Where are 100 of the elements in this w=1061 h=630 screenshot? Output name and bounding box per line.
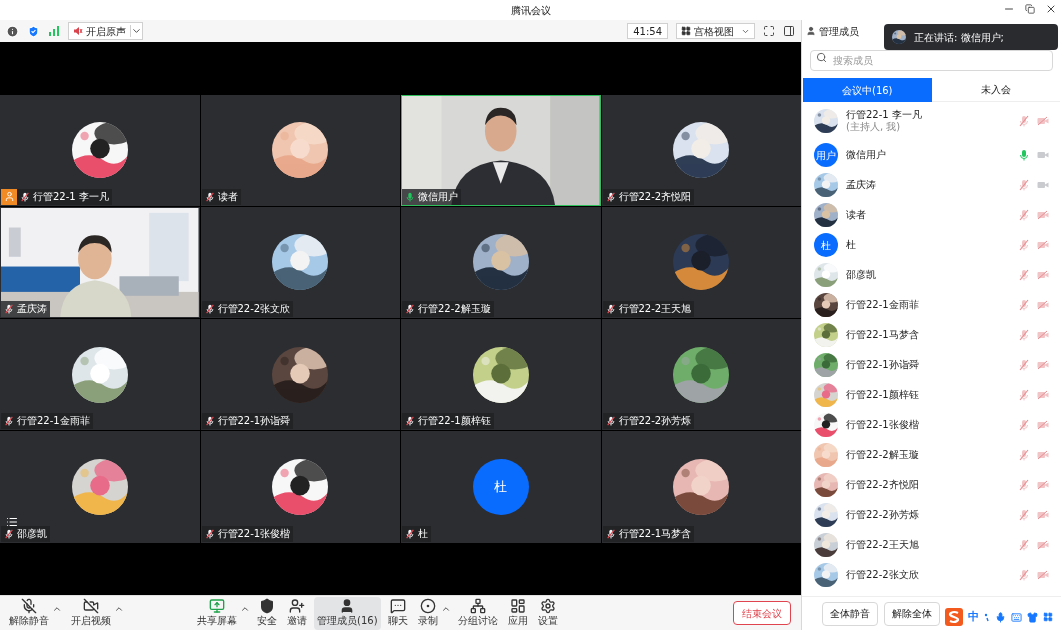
toolbar-button[interactable]: 共享屏幕	[194, 596, 240, 630]
camera-off-icon[interactable]	[1037, 330, 1049, 340]
search-field[interactable]: 搜索成员	[810, 50, 1053, 71]
member-row[interactable]: 用户 微信用户	[802, 140, 1061, 170]
tab[interactable]: 会议中(16)	[803, 78, 932, 102]
video-tile[interactable]: 行管22-2解玉璇	[401, 206, 601, 318]
camera-off-icon[interactable]	[1037, 300, 1049, 310]
toolbar-button[interactable]: 聊天	[384, 596, 411, 630]
member-row[interactable]: 行管22-2齐悦阳	[802, 470, 1061, 500]
camera-off-icon[interactable]	[1037, 420, 1049, 430]
camera-off-icon[interactable]	[1037, 570, 1049, 580]
camera-off-icon[interactable]	[1037, 450, 1049, 460]
member-row[interactable]: 行管22-2孙芳烁	[802, 500, 1061, 530]
camera-off-icon[interactable]	[1037, 360, 1049, 370]
camera-off-icon[interactable]	[1037, 270, 1049, 280]
video-tile[interactable]: 行管22-1颜梓钰	[401, 319, 601, 431]
sidebar-icon[interactable]	[783, 25, 795, 37]
member-row[interactable]: 邵彦凯	[802, 260, 1061, 290]
camera-off-icon[interactable]	[1037, 480, 1049, 490]
meeting-timer: 41:54	[627, 23, 668, 39]
video-tile[interactable]: 行管22-1 李一凡	[0, 94, 200, 206]
member-row[interactable]: 孟庆涛	[802, 170, 1061, 200]
muted-microphone-icon[interactable]	[1019, 239, 1029, 251]
toolbar-button[interactable]: 应用	[504, 596, 531, 630]
member-row[interactable]: 杜 杜	[802, 230, 1061, 260]
member-row[interactable]: 行管22-2张文欣	[802, 560, 1061, 590]
muted-microphone-icon[interactable]	[1019, 389, 1029, 401]
skin-icon[interactable]	[1027, 611, 1038, 623]
member-row[interactable]: 行管22-1 李一凡 (主持人, 我)	[802, 102, 1061, 140]
keyboard-icon[interactable]	[1011, 611, 1022, 623]
video-tile[interactable]: 行管22-1孙诣舜	[200, 319, 400, 431]
muted-microphone-icon[interactable]	[1019, 269, 1029, 281]
punctuation-icon[interactable]	[984, 612, 990, 622]
member-row[interactable]: 行管22-1孙诣舜	[802, 350, 1061, 380]
view-mode-button[interactable]: 宫格视图	[676, 23, 755, 39]
video-tile[interactable]: 行管22-1马梦含	[601, 431, 801, 543]
camera-icon[interactable]	[1037, 180, 1049, 190]
toolbar-button[interactable]: 分组讨论	[454, 596, 501, 630]
toolbar-button[interactable]: 设置	[534, 596, 561, 630]
toolbox-icon[interactable]	[1043, 612, 1053, 622]
fullscreen-icon[interactable]	[763, 25, 775, 37]
toolbar-button[interactable]: 解除静音	[6, 596, 52, 630]
member-row[interactable]: 行管22-1张俊楷	[802, 410, 1061, 440]
list-icon[interactable]	[6, 515, 18, 528]
video-tile[interactable]: 行管22-1张俊楷	[200, 431, 400, 543]
member-row[interactable]: 行管22-2王天旭	[802, 530, 1061, 560]
video-tile[interactable]: 行管22-2张文欣	[200, 206, 400, 318]
member-name: 行管22-1孙诣舜	[846, 358, 920, 372]
muted-microphone-icon[interactable]	[1019, 115, 1029, 127]
muted-microphone-icon[interactable]	[1019, 419, 1029, 431]
muted-microphone-icon[interactable]	[1019, 209, 1029, 221]
panel-button[interactable]: 全体静音	[822, 601, 878, 626]
muted-microphone-icon[interactable]	[1019, 449, 1029, 461]
muted-microphone-icon[interactable]	[1019, 569, 1029, 581]
add-user-icon	[289, 598, 305, 615]
avatar-initial: 杜	[472, 458, 529, 515]
camera-off-icon[interactable]	[1037, 540, 1049, 550]
participant-name: 行管22-1马梦含	[618, 528, 692, 539]
member-name: 读者	[846, 208, 867, 222]
toolbar-button[interactable]: 邀请	[284, 596, 310, 630]
member-row[interactable]: 行管22-1金雨菲	[802, 290, 1061, 320]
video-tile[interactable]: 邵彦凯	[0, 431, 200, 543]
shield-icon[interactable]	[27, 24, 40, 38]
member-row[interactable]: 行管22-1颜梓钰	[802, 380, 1061, 410]
caret-icon[interactable]	[130, 25, 142, 37]
muted-microphone-icon[interactable]	[1019, 359, 1029, 371]
video-tile[interactable]: 行管22-2王天旭	[601, 206, 801, 318]
video-tile[interactable]: 行管22-2齐悦阳	[601, 94, 801, 206]
camera-off-icon[interactable]	[1037, 116, 1049, 126]
video-tile[interactable]: 行管22-2孙芳烁	[601, 319, 801, 431]
camera-off-icon[interactable]	[1037, 510, 1049, 520]
video-tile[interactable]: 读者	[200, 94, 400, 206]
muted-microphone-icon[interactable]	[1019, 539, 1029, 551]
member-row[interactable]: 读者	[802, 200, 1061, 230]
muted-microphone-icon[interactable]	[1019, 299, 1029, 311]
member-row[interactable]: 行管22-2解玉璇	[802, 440, 1061, 470]
toolbar-button[interactable]: 安全	[254, 596, 280, 630]
close-icon[interactable]	[1045, 3, 1057, 15]
toolbar-button[interactable]: 管理成员(16)	[314, 596, 381, 630]
video-tile[interactable]: 杜 杜	[401, 431, 601, 543]
muted-microphone-icon[interactable]	[1019, 479, 1029, 491]
member-row[interactable]: 行管22-1马梦含	[802, 320, 1061, 350]
video-tile[interactable]: 孟庆涛	[0, 206, 200, 318]
muted-microphone-icon[interactable]	[1019, 179, 1029, 191]
camera-off-icon[interactable]	[1037, 210, 1049, 220]
muted-microphone-icon[interactable]	[1019, 329, 1029, 341]
toolbar-button[interactable]: 录制	[414, 596, 441, 630]
ime-logo-icon[interactable]	[945, 608, 963, 626]
panel-button[interactable]: 解除全体	[884, 601, 940, 626]
camera-off-icon[interactable]	[1037, 240, 1049, 250]
ime-mode[interactable]: 中	[968, 608, 979, 626]
camera-icon[interactable]	[1037, 150, 1049, 160]
camera-off-icon[interactable]	[1037, 390, 1049, 400]
toolbar-button[interactable]: 开启视频	[68, 596, 114, 630]
muted-microphone-icon[interactable]	[1019, 509, 1029, 521]
restore-icon[interactable]	[1025, 4, 1035, 14]
end-meeting-button[interactable]: 结束会议	[733, 601, 791, 625]
video-tile[interactable]: 微信用户	[401, 94, 601, 206]
info-icon[interactable]	[6, 24, 19, 38]
video-tile[interactable]: 行管22-1金雨菲	[0, 319, 200, 431]
